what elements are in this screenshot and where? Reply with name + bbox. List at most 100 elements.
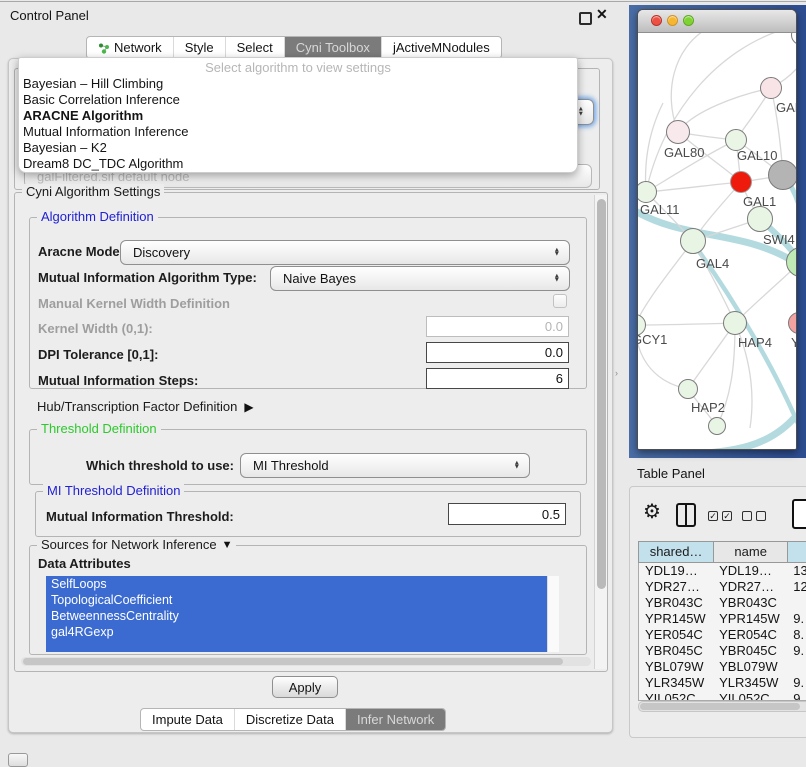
cell[interactable]: 9. [787, 691, 806, 701]
network-node[interactable] [730, 171, 752, 193]
hub-definition-expander[interactable]: Hub/Transcription Factor Definition ▶ [37, 399, 254, 414]
combo-arrows-icon: ▲▼ [554, 274, 560, 283]
cell[interactable]: 9. [787, 611, 806, 627]
list-item-gal4rgexp[interactable]: gal4RGexp [46, 624, 547, 640]
cell[interactable]: YLR345W [713, 675, 787, 691]
tab-infer-network[interactable]: Infer Network [345, 709, 445, 730]
popup-item-bayesian-hill-climbing[interactable]: Bayesian – Hill Climbing [19, 76, 577, 92]
table-row[interactable]: YBR045CYBR045C9. [639, 643, 806, 659]
network-node[interactable] [768, 160, 796, 190]
table-row[interactable]: YDR27…YDR27…12 [639, 579, 806, 595]
tab-select[interactable]: Select [225, 37, 284, 58]
dpi-tolerance-field[interactable]: 0.0 [426, 342, 569, 363]
table-row[interactable]: YPR145WYPR145W9. [639, 611, 806, 627]
cell[interactable]: YDR27… [639, 579, 713, 595]
cell[interactable]: YBR045C [639, 643, 713, 659]
network-node[interactable] [666, 120, 690, 144]
cell[interactable]: YBL079W [639, 659, 713, 675]
settings-horizontal-scrollbar[interactable] [21, 657, 591, 666]
deselect-all-columns-icon[interactable] [742, 511, 766, 521]
table-row[interactable]: YLR345WYLR345W9. [639, 675, 806, 691]
popup-item-basic-correlation[interactable]: Basic Correlation Inference [19, 92, 577, 108]
tab-network[interactable]: Network [87, 37, 173, 58]
list-item-selfloops[interactable]: SelfLoops [46, 576, 547, 592]
cell[interactable]: YER054C [713, 627, 787, 643]
mi-threshold-field[interactable]: 0.5 [448, 503, 566, 525]
popup-item-aracne[interactable]: ARACNE Algorithm [19, 108, 577, 124]
cell[interactable]: 9. [787, 675, 806, 691]
network-window-titlebar[interactable] [638, 10, 796, 33]
network-node[interactable] [678, 379, 698, 399]
table-row[interactable]: YER054CYER054C8. [639, 627, 806, 643]
aracne-mode-combo[interactable]: Discovery ▲▼ [120, 240, 570, 265]
cell[interactable]: YBR043C [713, 595, 787, 611]
table-horizontal-scrollbar-thumb[interactable] [640, 703, 800, 710]
tab-jactivemnodules[interactable]: jActiveMNodules [381, 37, 501, 58]
tab-style[interactable]: Style [173, 37, 225, 58]
apply-button[interactable]: Apply [272, 676, 338, 698]
cell[interactable]: YBR043C [639, 595, 713, 611]
cell[interactable]: YBR045C [713, 643, 787, 659]
network-node[interactable] [723, 311, 747, 335]
cell[interactable]: YIL052C [713, 691, 787, 701]
table-row[interactable]: YIL052CYIL052C9. [639, 691, 806, 701]
cell[interactable]: YDR27… [713, 579, 787, 595]
float-window-icon[interactable] [579, 12, 592, 25]
select-all-columns-icon[interactable]: ✓ ✓ [708, 511, 732, 521]
close-traffic-light-icon[interactable] [651, 15, 662, 26]
split-columns-icon[interactable] [676, 503, 696, 527]
gear-icon[interactable]: ⚙ [643, 499, 661, 524]
cell[interactable]: YPR145W [639, 611, 713, 627]
column-header-name[interactable]: name [713, 542, 787, 562]
manual-kernel-checkbox[interactable] [553, 294, 567, 308]
network-node[interactable] [680, 228, 706, 254]
tab-discretize-data[interactable]: Discretize Data [234, 709, 345, 730]
cell[interactable]: 12 [787, 579, 806, 595]
table-horizontal-scrollbar[interactable] [638, 701, 806, 712]
cell[interactable] [787, 659, 806, 675]
cell[interactable]: 9. [787, 643, 806, 659]
cell[interactable]: YLR345W [639, 675, 713, 691]
settings-vertical-scrollbar[interactable] [594, 195, 607, 669]
table-row[interactable]: YBL079WYBL079W [639, 659, 806, 675]
network-node[interactable] [760, 77, 782, 99]
mi-type-combo[interactable]: Naive Bayes ▲▼ [270, 266, 570, 291]
mi-steps-field[interactable]: 6 [426, 368, 569, 389]
tab-impute-data[interactable]: Impute Data [141, 709, 234, 730]
close-icon[interactable]: ✕ [596, 6, 608, 23]
split-pane-handle[interactable]: › [615, 368, 618, 378]
cell[interactable]: 13 [787, 563, 806, 579]
network-canvas[interactable]: GAL GAL80 GAL10 GAL1 GAL11 SWI4 GAL4 GCY… [638, 33, 796, 449]
network-node[interactable] [747, 206, 773, 232]
settings-vertical-scrollbar-thumb[interactable] [597, 199, 606, 589]
tab-cyni-toolbox[interactable]: Cyni Toolbox [284, 37, 381, 58]
cell[interactable]: 8. [787, 627, 806, 643]
cell[interactable]: YBL079W [713, 659, 787, 675]
settings-horizontal-scrollbar-thumb[interactable] [23, 658, 563, 665]
cell[interactable]: YIL052C [639, 691, 713, 701]
column-header-shared-name[interactable]: shared… [639, 542, 713, 562]
collapse-down-arrow-icon[interactable]: ▼ [222, 539, 233, 551]
list-item-partial[interactable] [46, 640, 547, 652]
table-row[interactable]: YBR043CYBR043C [639, 595, 806, 611]
zoom-traffic-light-icon[interactable] [683, 15, 694, 26]
cell[interactable]: YDL19… [639, 563, 713, 579]
list-vertical-scrollbar[interactable] [547, 576, 559, 652]
which-threshold-combo[interactable]: MI Threshold ▲▼ [240, 453, 530, 478]
cell[interactable]: YER054C [639, 627, 713, 643]
cell[interactable]: YPR145W [713, 611, 787, 627]
table-row[interactable]: YDL19…YDL19…13 [639, 563, 806, 579]
list-item-topologicalcoefficient[interactable]: TopologicalCoefficient [46, 592, 547, 608]
network-node[interactable] [708, 417, 726, 435]
cell[interactable]: YDL19… [713, 563, 787, 579]
popup-item-mutual-information[interactable]: Mutual Information Inference [19, 124, 577, 140]
list-item-betweennesscentrality[interactable]: BetweennessCentrality [46, 608, 547, 624]
minimize-traffic-light-icon[interactable] [667, 15, 678, 26]
document-icon[interactable] [792, 499, 806, 529]
popup-item-dream8[interactable]: Dream8 DC_TDC Algorithm [19, 156, 577, 172]
column-header-clipped[interactable] [787, 542, 806, 562]
collapsed-panel-button[interactable] [8, 753, 28, 767]
kernel-width-field[interactable]: 0.0 [426, 316, 569, 337]
popup-item-bayesian-k2[interactable]: Bayesian – K2 [19, 140, 577, 156]
cell[interactable] [787, 595, 806, 611]
